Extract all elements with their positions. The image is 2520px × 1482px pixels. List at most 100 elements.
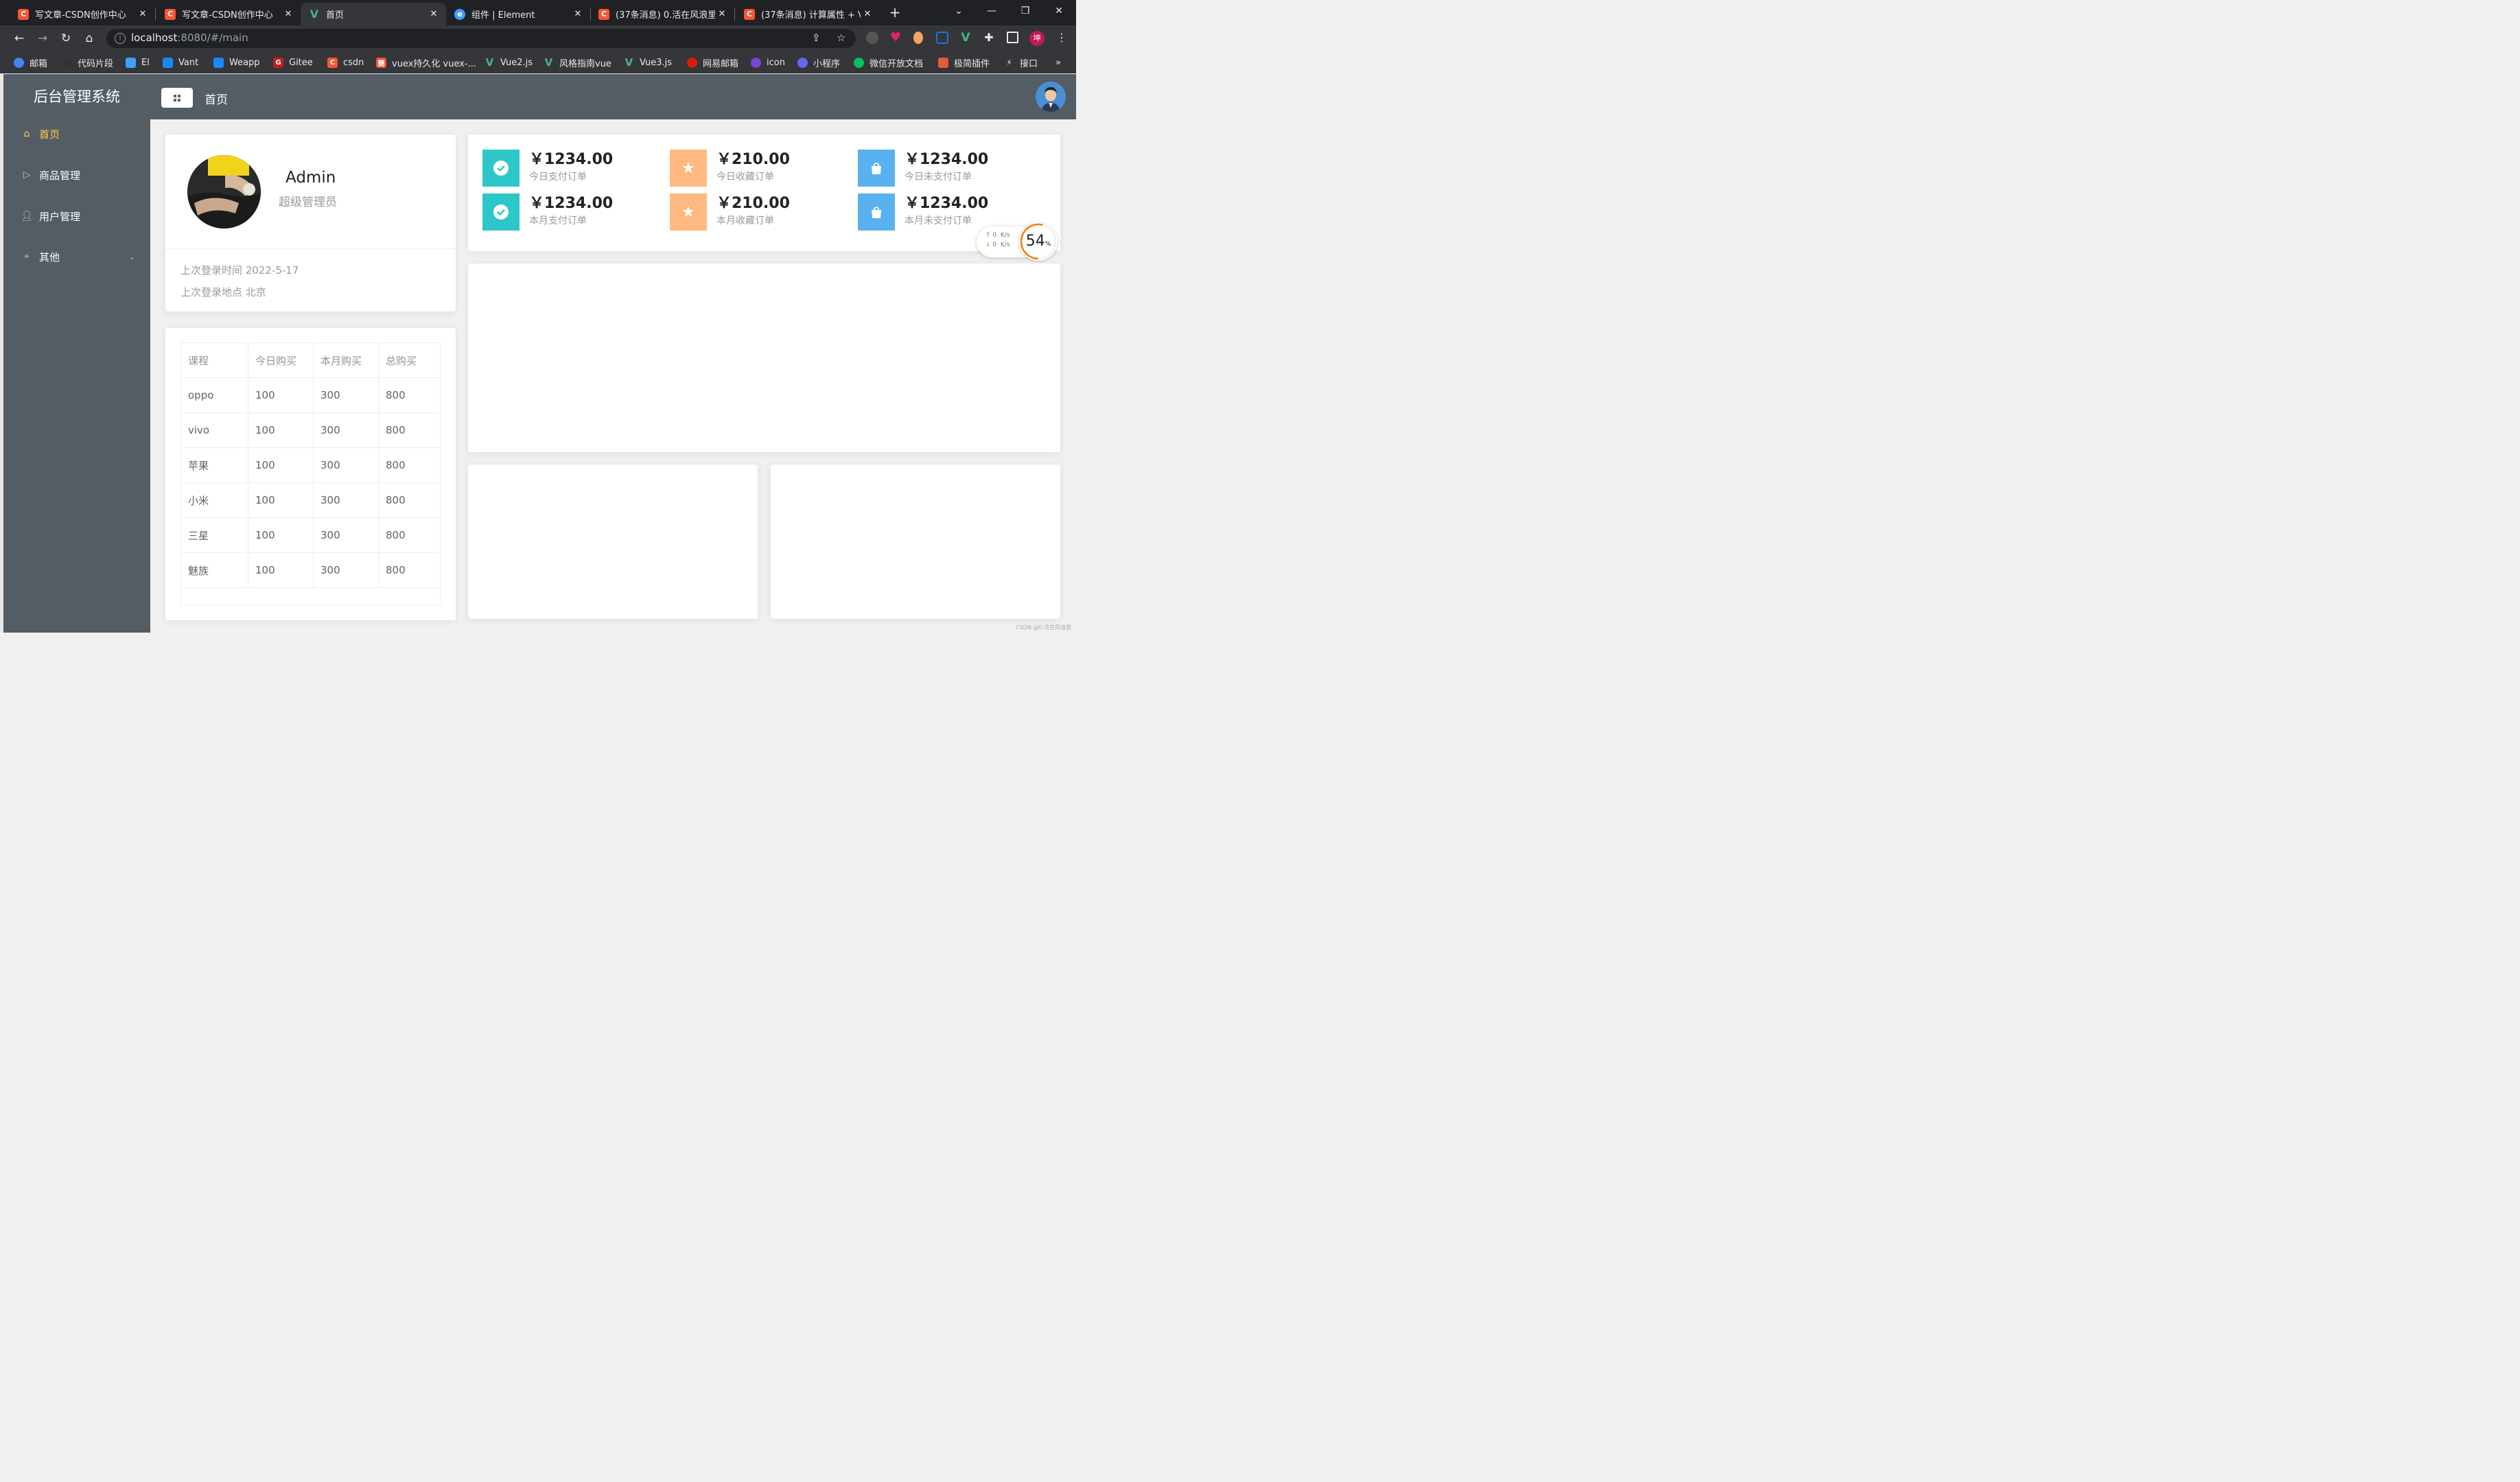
csdn-icon: C bbox=[327, 57, 338, 68]
browser-tab[interactable]: C 写文章-CSDN创作中心 ✕ bbox=[0, 3, 155, 25]
table-cell: 100 bbox=[248, 517, 314, 553]
new-tab-button[interactable]: + bbox=[886, 4, 904, 22]
profile-avatar[interactable]: 坤 bbox=[1029, 31, 1045, 46]
side-panel-icon[interactable] bbox=[1006, 32, 1018, 43]
home-button[interactable]: ⌂ bbox=[81, 30, 97, 47]
shopping-bag-icon bbox=[858, 149, 895, 187]
tab-search-icon[interactable]: ⌄ bbox=[945, 3, 972, 19]
bookmark-item[interactable]: 极简插件 bbox=[938, 56, 990, 69]
bookmark-item[interactable]: V Vue3.js bbox=[624, 56, 672, 69]
stat-item: ￥1234.00 今日未支付订单 bbox=[858, 149, 989, 187]
browser-tab[interactable]: C (37条消息) 计算属性 + V ✕ bbox=[726, 3, 880, 25]
app-header bbox=[150, 74, 1076, 119]
memory-usage-gauge[interactable]: 54% bbox=[1018, 222, 1058, 261]
bookmark-item[interactable]: V Vue2.js bbox=[485, 56, 533, 69]
bookmark-item[interactable]: icon bbox=[750, 56, 785, 69]
app-title: 后台管理系统 bbox=[34, 88, 120, 105]
menu-item-users[interactable]: 👤︎ 用户管理 bbox=[3, 196, 150, 236]
csdn-icon: C bbox=[598, 8, 609, 20]
browser-tab-active[interactable]: V 首页 ✕ bbox=[301, 2, 446, 25]
bookmark-item[interactable]: 邮箱 bbox=[14, 56, 47, 69]
bookmark-item[interactable]: V 风格指南vue bbox=[544, 56, 611, 69]
table-card: 课程 今日购买 本月购买 总购买 oppo 100 300 800 vivo 100 30… bbox=[165, 328, 456, 620]
close-icon[interactable]: ✕ bbox=[281, 9, 295, 19]
bookmark-item[interactable]: Ccsdn bbox=[327, 56, 364, 69]
bookmark-item[interactable]: Weapp bbox=[213, 56, 260, 69]
table-cell: 100 bbox=[248, 412, 314, 448]
tab-title: 写文章-CSDN创作中心 bbox=[182, 10, 273, 21]
more-bookmarks-icon[interactable]: » bbox=[1055, 56, 1061, 69]
table-row: 魅族 100 300 800 bbox=[180, 552, 441, 588]
stat-amount: ￥1234.00 bbox=[905, 151, 989, 168]
last-login-time: 上次登录时间 2022-5-17 bbox=[180, 263, 299, 277]
menu-item-goods[interactable]: ▷ 商品管理 bbox=[3, 155, 150, 195]
more-menu-icon[interactable]: ⋮ bbox=[1055, 32, 1068, 44]
table-cell: 800 bbox=[378, 412, 441, 448]
tab-title: (37条消息) 0.活在风浪里 bbox=[615, 10, 715, 21]
bookmark-item[interactable]: ⚡ 接口 bbox=[1004, 56, 1038, 69]
table-cell: 300 bbox=[313, 482, 379, 519]
tab-title: 写文章-CSDN创作中心 bbox=[34, 10, 126, 21]
address-bar[interactable]: i localhost:8080/#/main ⇪ ☆ bbox=[106, 28, 856, 48]
menu-item-other[interactable]: ⌖ 其他 ⌄ bbox=[3, 237, 150, 277]
share-icon[interactable]: ⇪ bbox=[812, 32, 821, 44]
bookmark-item[interactable]: El bbox=[126, 56, 150, 69]
table-cell: vivo bbox=[180, 412, 248, 448]
stat-amount: ￥210.00 bbox=[716, 194, 790, 212]
element-icon bbox=[126, 57, 136, 68]
menu-item-home[interactable]: ⌂ 首页 bbox=[3, 114, 150, 154]
api-icon: ⚡ bbox=[1006, 57, 1012, 67]
tab-title: 组件 | Element bbox=[471, 10, 535, 21]
bookmark-item[interactable]: Vant bbox=[163, 56, 198, 69]
bookmark-item[interactable]: G Gitee bbox=[273, 56, 313, 69]
back-button[interactable]: ← bbox=[11, 30, 27, 47]
bookmark-item[interactable]: 小程序 bbox=[797, 56, 840, 69]
heart-extension-icon[interactable]: ♥ bbox=[889, 32, 902, 44]
watermark: CSDN @0.活在风浪里 bbox=[1015, 624, 1071, 631]
upload-speed: ↑ 0 K/s bbox=[985, 231, 1010, 239]
star-bookmark-icon[interactable]: ☆ bbox=[837, 32, 845, 44]
stat-amount: ￥1234.00 bbox=[528, 151, 614, 168]
stat-label: 本月支付订单 bbox=[528, 215, 587, 226]
avatar[interactable] bbox=[1036, 81, 1066, 112]
menu-label: 商品管理 bbox=[39, 169, 81, 182]
forward-button[interactable]: → bbox=[34, 30, 51, 47]
info-icon[interactable]: i bbox=[115, 32, 126, 44]
order-stats-card: ￥1234.00 今日支付订单 ★ ￥210.00 今日收藏订单 ￥1234.00 今… bbox=[467, 134, 1060, 251]
close-window-button[interactable]: ✕ bbox=[1045, 3, 1073, 19]
line-chart-card bbox=[467, 263, 1060, 452]
chevron-down-icon: ⌄ bbox=[128, 252, 135, 261]
column-header: 课程 bbox=[180, 342, 248, 378]
extension-icon[interactable] bbox=[913, 32, 923, 44]
table-row: 小米 100 300 800 bbox=[180, 482, 441, 519]
table-cell: 800 bbox=[378, 517, 441, 553]
browser-tab[interactable]: C 写文章-CSDN创作中心 ✕ bbox=[147, 3, 301, 25]
element-icon: e bbox=[454, 8, 465, 20]
vue-icon: V bbox=[310, 8, 319, 21]
bookmark-item[interactable]: 微信开放文档 bbox=[854, 56, 923, 69]
bookmark-item[interactable]: 网易邮箱 bbox=[686, 56, 738, 69]
video-play-icon: ▷ bbox=[23, 169, 31, 180]
close-icon[interactable]: ✕ bbox=[861, 9, 874, 19]
table-cell: 三星 bbox=[180, 517, 248, 553]
user-role: 超级管理员 bbox=[279, 196, 337, 209]
restore-button[interactable]: ❐ bbox=[1012, 3, 1039, 19]
minimize-button[interactable]: — bbox=[978, 3, 1005, 19]
bookmark-item[interactable]: 代码片段 bbox=[62, 56, 113, 69]
reload-button[interactable]: ↻ bbox=[58, 30, 74, 47]
collapse-menu-button[interactable] bbox=[161, 87, 193, 108]
vue-devtools-icon[interactable]: V bbox=[959, 32, 972, 44]
last-login-place: 上次登录地点 北京 bbox=[180, 286, 266, 298]
table-row: oppo 100 300 800 bbox=[180, 377, 441, 413]
sync-extension-icon[interactable] bbox=[935, 32, 948, 44]
extension-icon[interactable] bbox=[866, 32, 878, 44]
browser-tab[interactable]: e 组件 | Element ✕ bbox=[436, 3, 590, 25]
user-card: Admin 超级管理员 上次登录时间 2022-5-17 上次登录地点 北京 bbox=[165, 134, 456, 311]
bookmark-item[interactable]: 簡 vuex持久化 vuex-... bbox=[376, 56, 476, 69]
browser-tab[interactable]: C (37条消息) 0.活在风浪里 ✕ bbox=[581, 3, 734, 25]
table-header-row: 课程 今日购买 本月购买 总购买 bbox=[180, 342, 441, 378]
star-icon: ★ bbox=[669, 149, 707, 187]
sidebar: 后台管理系统 ⌂ 首页 ▷ 商品管理 👤︎ 用户管理 ⌖ 其他 ⌄ bbox=[3, 74, 150, 633]
puzzle-icon[interactable]: ✚ bbox=[983, 32, 995, 44]
stat-item: ★ ￥210.00 今日收藏订单 bbox=[669, 149, 790, 187]
